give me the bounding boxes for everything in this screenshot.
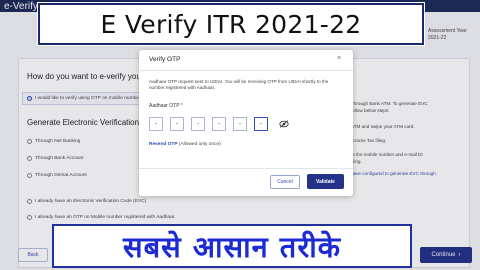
otp-info-text: Aadhaar OTP request sent to UIDAI. You w… — [149, 79, 329, 91]
cancel-button[interactable]: Cancel — [270, 175, 300, 189]
verify-otp-dialog: Verify OTP × Aadhaar OTP request sent to… — [139, 50, 353, 196]
eye-slash-icon[interactable] — [279, 120, 289, 128]
resend-otp-link[interactable]: Resend OTP — [149, 142, 178, 147]
close-icon[interactable]: × — [337, 55, 341, 62]
dialog-divider — [139, 70, 353, 71]
hindi-banner: सबसे आसान तरीके — [52, 224, 412, 268]
title-banner-text: E Verify ITR 2021-22 — [100, 9, 362, 39]
validate-button[interactable]: Validate — [307, 174, 344, 189]
otp-digit-input[interactable]: - — [254, 117, 268, 131]
otp-field-label: Aadhaar OTP * — [149, 103, 183, 109]
otp-digit-input[interactable]: - — [212, 117, 226, 131]
otp-digit-input[interactable]: - — [233, 117, 247, 131]
resend-otp: Resend OTP (Allowed only once) — [149, 142, 221, 147]
otp-digit-input[interactable]: - — [191, 117, 205, 131]
otp-input-group: - - - - - - — [149, 117, 289, 131]
required-mark: * — [180, 103, 183, 109]
title-banner: E Verify ITR 2021-22 — [38, 3, 424, 45]
resend-note: (Allowed only once) — [177, 142, 221, 147]
dialog-footer-divider — [139, 168, 353, 169]
dialog-title: Verify OTP — [149, 56, 181, 63]
hindi-banner-text: सबसे आसान तरीके — [123, 229, 341, 264]
otp-label-text: Aadhaar OTP — [149, 103, 180, 109]
otp-digit-input[interactable]: - — [170, 117, 184, 131]
otp-digit-input[interactable]: - — [149, 117, 163, 131]
